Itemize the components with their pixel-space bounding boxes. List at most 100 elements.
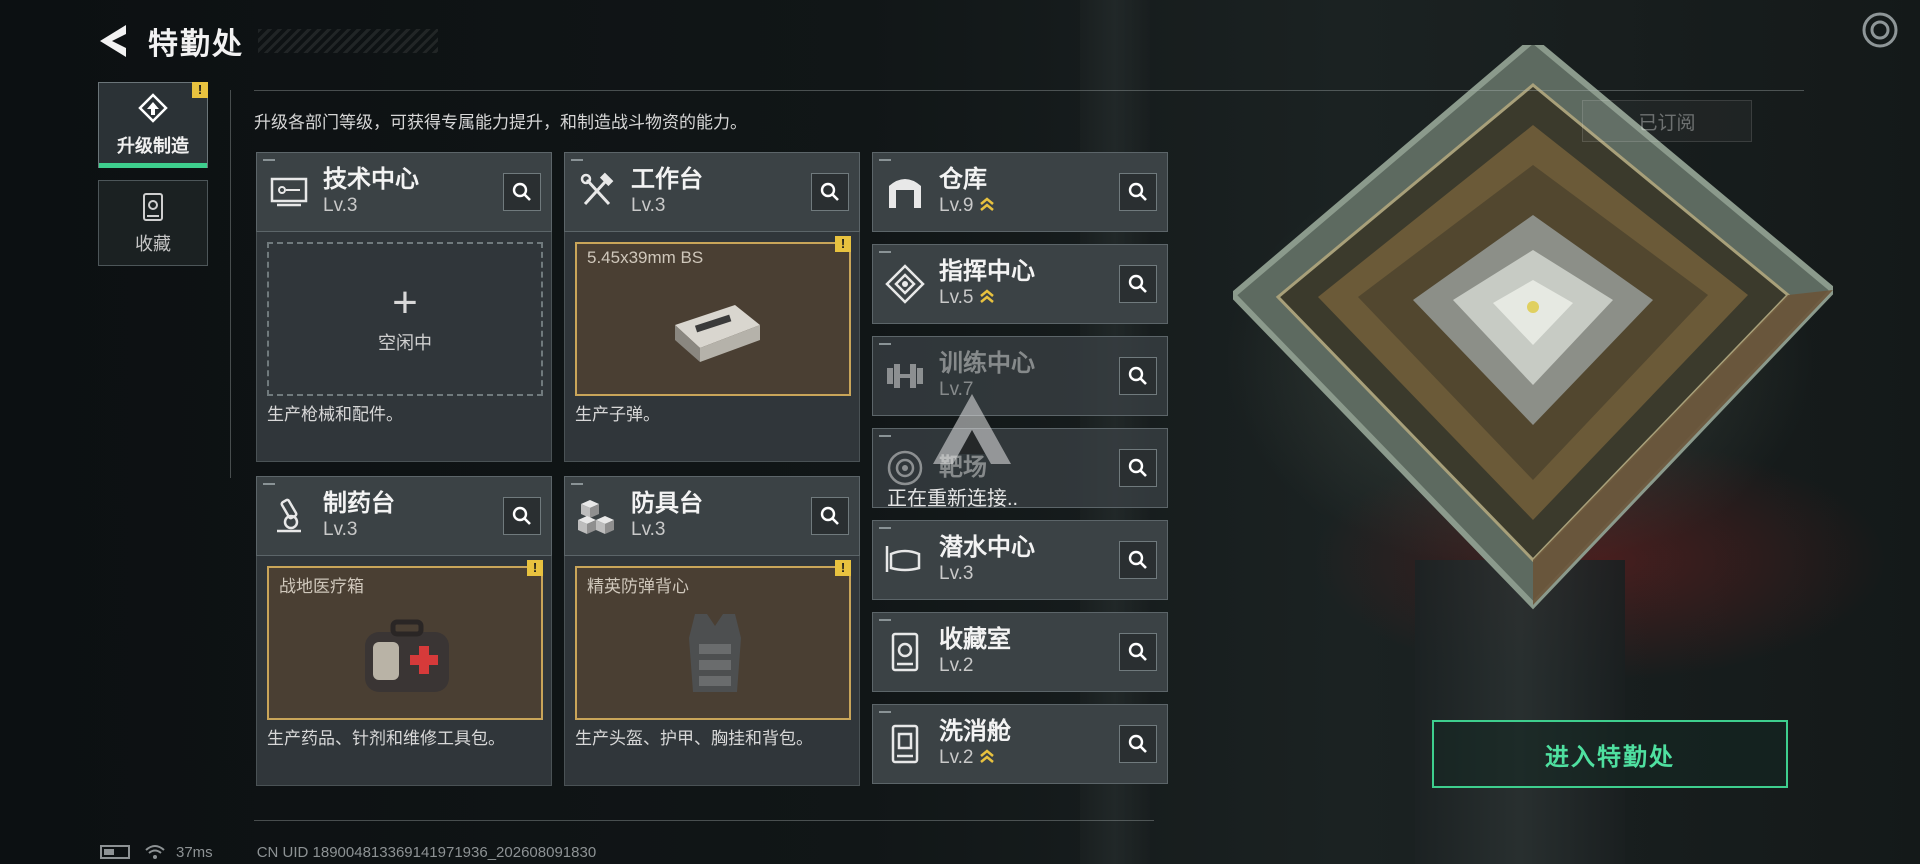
inspect-button[interactable] — [1119, 357, 1157, 395]
facility-card-command-center[interactable]: 指挥中心 Lv.5 — [872, 244, 1168, 324]
inspect-button[interactable] — [1119, 449, 1157, 487]
upgrade-chevron-icon — [979, 289, 994, 303]
facility-level: Lv.2 — [939, 655, 974, 676]
search-icon — [1128, 274, 1147, 293]
upgrade-icon — [138, 93, 168, 123]
status-bar: 37ms CN UID 1890048133691419719​36_20260… — [100, 842, 596, 862]
production-slot-active[interactable]: 精英防弹背心 ! — [575, 560, 851, 720]
facility-level: Lv.9 — [939, 194, 996, 218]
product-name: 战地医疗箱 — [279, 577, 364, 596]
enter-special-ops-button[interactable]: 进入特勤处 — [1432, 720, 1788, 788]
search-icon — [820, 182, 839, 201]
facility-card-tech-center: 技术中心 Lv.3 + 空闲中 生产枪械和配件。 — [256, 152, 552, 462]
facility-card-armor: 防具台 Lv.3 精英防弹背心 ! 生产头盔、护甲、胸挂和背包。 — [564, 476, 860, 786]
cubes-icon — [578, 500, 614, 534]
facility-body: 战地医疗箱 ! 生产药品、针剂和维修工具包。 — [256, 556, 552, 786]
tab-collection-label: 收藏 — [135, 234, 171, 254]
facility-name: 技术中心 — [323, 166, 419, 193]
facility-header[interactable]: 工作台 Lv.3 — [564, 152, 860, 232]
facility-description: 生产头盔、护甲、胸挂和背包。 — [575, 729, 813, 748]
product-name: 5.45x39mm BS — [587, 248, 704, 267]
tab-collection[interactable]: 收藏 — [98, 180, 208, 266]
search-icon — [1128, 458, 1147, 477]
search-icon — [1128, 550, 1147, 569]
inspect-button[interactable] — [811, 173, 849, 211]
facility-level: Lv.3 — [631, 195, 666, 216]
inspect-button[interactable] — [1119, 633, 1157, 671]
wifi-icon — [145, 845, 165, 859]
warning-badge: ! — [192, 82, 208, 98]
inspect-button[interactable] — [503, 173, 541, 211]
decon-chamber-icon — [891, 724, 919, 764]
frame-divider — [254, 820, 1154, 821]
hammer-wrench-icon — [580, 172, 614, 206]
dive-mask-icon — [885, 546, 921, 572]
target-icon — [887, 450, 923, 486]
facility-description: 生产枪械和配件。 — [267, 405, 403, 424]
facility-name: 指挥中心 — [939, 258, 1035, 285]
search-icon — [1128, 734, 1147, 753]
facility-card-pharmacy: 制药台 Lv.3 战地医疗箱 ! 生产药品、针剂和维修工具包。 — [256, 476, 552, 786]
facility-card-training-center[interactable]: 训练中心 Lv.7 — [872, 336, 1168, 416]
facility-card-shooting-range[interactable]: 靶场 — [872, 428, 1168, 508]
facility-level: Lv.2 — [939, 746, 1011, 770]
microscope-icon — [277, 498, 301, 533]
warning-badge: ! — [835, 236, 851, 252]
collection-icon — [143, 193, 163, 221]
upgrade-chevron-icon — [979, 197, 994, 211]
warning-badge: ! — [527, 560, 543, 576]
production-slot-active[interactable]: 战地医疗箱 ! — [267, 560, 543, 720]
facility-name: 制药台 — [323, 490, 395, 517]
facility-level: Lv.7 — [939, 379, 974, 400]
collection-room-icon — [891, 632, 919, 672]
battery-icon — [100, 845, 130, 859]
title-decoration — [258, 29, 438, 53]
facility-name: 工作台 — [631, 166, 703, 193]
tech-center-icon — [270, 177, 308, 207]
facility-level: Lv.3 — [939, 563, 974, 584]
page-subtitle: 升级各部门等级，可获得专属能力提升，和制造战斗物资的能力。 — [254, 113, 747, 132]
facility-header[interactable]: 防具台 Lv.3 — [564, 476, 860, 556]
ammo-box-icon — [675, 305, 760, 362]
facility-level: Lv.3 — [631, 519, 666, 540]
frame-divider — [230, 90, 231, 478]
tab-upgrade-craft-label: 升级制造 — [117, 136, 189, 156]
header: 特勤处 — [96, 16, 438, 66]
armor-vest-icon — [689, 614, 741, 692]
facility-card-dive-center[interactable]: 潜水中心 Lv.3 — [872, 520, 1168, 600]
search-icon — [1128, 366, 1147, 385]
facility-name: 靶场 — [939, 454, 987, 481]
production-slot-active[interactable]: 5.45x39mm BS ! — [575, 236, 851, 396]
inspect-button[interactable] — [1119, 173, 1157, 211]
search-icon — [1128, 182, 1147, 201]
page-title: 特勤处 — [148, 28, 244, 61]
inspect-button[interactable] — [1119, 265, 1157, 303]
facility-level: Lv.3 — [323, 195, 358, 216]
frame-divider — [254, 90, 1804, 91]
facility-card-collection-room[interactable]: 收藏室 Lv.2 — [872, 612, 1168, 692]
warehouse-icon — [889, 179, 921, 208]
warning-badge: ! — [835, 560, 851, 576]
inspect-button[interactable] — [1119, 541, 1157, 579]
production-slot-idle[interactable]: + 空闲中 — [267, 242, 543, 396]
back-arrow-icon[interactable] — [96, 21, 136, 61]
search-icon — [1128, 642, 1147, 661]
inspect-button[interactable] — [1119, 725, 1157, 763]
inspect-button[interactable] — [811, 497, 849, 535]
facility-header[interactable]: 制药台 Lv.3 — [256, 476, 552, 556]
facility-level: Lv.3 — [323, 519, 358, 540]
facility-name: 防具台 — [631, 490, 703, 517]
facility-level: Lv.5 — [939, 286, 1035, 310]
facility-description: 生产药品、针剂和维修工具包。 — [267, 729, 505, 748]
tab-upgrade-craft[interactable]: 升级制造 ! — [98, 82, 208, 168]
search-icon — [820, 506, 839, 525]
facility-header[interactable]: 技术中心 Lv.3 — [256, 152, 552, 232]
product-name: 精英防弹背心 — [587, 577, 689, 596]
facility-body: 5.45x39mm BS ! 生产子弹。 — [564, 232, 860, 462]
settings-ring-icon[interactable] — [1860, 10, 1900, 50]
subscribed-button[interactable]: 已订阅 — [1582, 100, 1752, 142]
facility-card-decon-chamber[interactable]: 洗消舱 Lv.2 — [872, 704, 1168, 784]
facility-card-warehouse[interactable]: 仓库 Lv.9 — [872, 152, 1168, 232]
inspect-button[interactable] — [503, 497, 541, 535]
ping-value: 37ms — [176, 843, 213, 861]
